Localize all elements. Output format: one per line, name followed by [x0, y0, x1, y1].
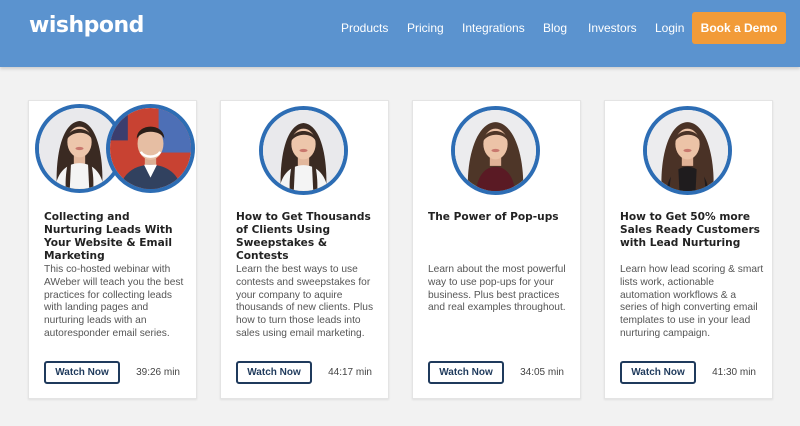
nav-blog[interactable]: Blog [543, 21, 567, 35]
top-navbar: wishpond Products Pricing Integrations B… [0, 0, 800, 67]
webinar-title[interactable]: The Power of Pop-ups [428, 211, 571, 224]
host-avatar-man [106, 104, 195, 193]
watch-now-button[interactable]: Watch Now [620, 361, 696, 384]
host-avatar [451, 106, 540, 195]
nav-integrations[interactable]: Integrations [462, 21, 525, 35]
watch-now-button[interactable]: Watch Now [44, 361, 120, 384]
webinar-description: Learn about the most powerful way to use… [428, 264, 566, 314]
webinar-title[interactable]: How to Get Thousands of Clients Using Sw… [236, 211, 379, 263]
nav-investors[interactable]: Investors [588, 21, 637, 35]
nav-login[interactable]: Login [655, 21, 684, 35]
webinar-card: The Power of Pop-ups Learn about the mos… [412, 100, 581, 399]
webinar-duration: 39:26 min [136, 367, 180, 378]
wishpond-logo[interactable]: wishpond [29, 13, 144, 38]
book-demo-button[interactable]: Book a Demo [692, 12, 786, 44]
host-avatar [643, 106, 732, 195]
webinar-duration: 44:17 min [328, 367, 372, 378]
webinar-duration: 41:30 min [712, 367, 756, 378]
webinar-title[interactable]: How to Get 50% more Sales Ready Customer… [620, 211, 763, 250]
host-avatar [259, 106, 348, 195]
watch-now-button[interactable]: Watch Now [428, 361, 504, 384]
webinar-card: Collecting and Nurturing Leads With Your… [28, 100, 197, 399]
webinar-duration: 34:05 min [520, 367, 564, 378]
webinar-description: This co-hosted webinar with AWeber will … [44, 264, 184, 339]
webinar-description: Learn how lead scoring & smart lists wor… [620, 264, 764, 339]
webinar-description: Learn the best ways to use contests and … [236, 264, 374, 339]
watch-now-button[interactable]: Watch Now [236, 361, 312, 384]
webinar-title[interactable]: Collecting and Nurturing Leads With Your… [44, 211, 187, 263]
nav-products[interactable]: Products [341, 21, 388, 35]
webinar-card: How to Get 50% more Sales Ready Customer… [604, 100, 773, 399]
nav-pricing[interactable]: Pricing [407, 21, 444, 35]
webinar-card: How to Get Thousands of Clients Using Sw… [220, 100, 389, 399]
